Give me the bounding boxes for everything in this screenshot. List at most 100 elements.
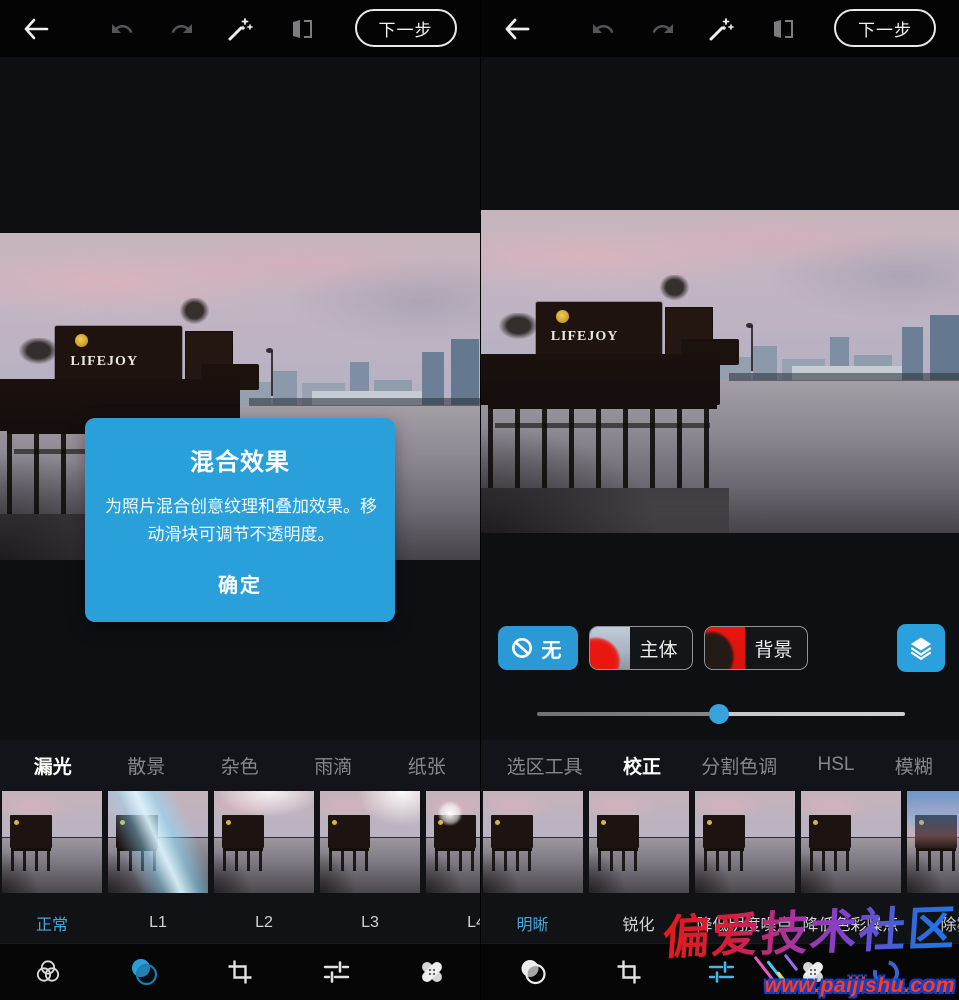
background-mask-thumbnail [705,626,745,670]
tab-raindrops[interactable]: 雨滴 [312,748,354,783]
photo-treeline [249,398,479,406]
chip-background-label: 背景 [755,635,793,662]
selection-chip-background[interactable]: 背景 [704,626,808,670]
before-after-compare-icon [289,17,315,41]
tab-noise[interactable]: 杂色 [219,748,261,783]
mini-logo [14,820,19,825]
redo-icon [651,17,675,41]
slider-thumb[interactable] [709,704,729,724]
layers-button[interactable] [897,624,945,672]
photo-lamp [751,326,753,371]
redo-button[interactable] [160,0,204,57]
next-step-label: 下一步 [379,16,433,41]
adjust-tool-button-active[interactable] [699,950,743,994]
mini-legs [11,848,51,870]
tab-light-leak[interactable]: 漏光 [32,748,74,783]
tab-blur[interactable]: 模糊 [893,748,935,783]
adjust-thumbnail-color-noise[interactable] [801,791,901,893]
selection-chips-row: 无 主体 背景 [498,623,946,673]
undo-icon [591,17,615,41]
compare-button[interactable] [761,0,805,57]
brand-logo [556,310,569,323]
preset-thumbnail-normal[interactable] [2,791,102,893]
adjust-label-luminance-noise[interactable]: 降低明度噪点 [695,903,795,943]
preset-thumbnail-l1[interactable] [108,791,208,893]
next-step-button[interactable]: 下一步 [355,9,457,47]
back-button[interactable] [14,0,58,57]
heal-tool-button[interactable] [791,950,835,994]
adjust-thumbnail-clarity[interactable] [483,791,583,893]
undo-button[interactable] [581,0,625,57]
right-top-toolbar: 下一步 [481,0,959,57]
undo-button[interactable] [100,0,144,57]
dialog-body: 为照片混合创意纹理和叠加效果。移动滑块可调节不透明度。 [103,493,379,549]
photo-canvas[interactable]: LIFEJOY [481,210,959,533]
dialog-title: 混合效果 [103,442,377,477]
crop-icon [226,958,254,986]
compare-button[interactable] [280,0,324,57]
left-preset-labels: 正常 L1 L2 L3 L4 [0,894,480,943]
dialog-ok-button[interactable]: 确定 [200,563,280,604]
preset-label-normal[interactable]: 正常 [2,903,102,943]
opacity-slider[interactable] [537,703,905,725]
left-screen: 下一步 [0,0,480,1000]
crop-icon [615,958,643,986]
mini-logo [813,820,818,825]
tab-selection-tools[interactable]: 选区工具 [505,748,585,783]
right-adjustment-thumbnails [481,790,959,894]
filters-venn-icon [33,957,63,987]
tab-split-tone[interactable]: 分割色调 [699,748,779,783]
back-button[interactable] [495,0,539,57]
tab-paper[interactable]: 纸张 [406,748,448,783]
photo-reflection [481,488,730,533]
adjust-thumbnail-dehaze[interactable] [907,791,959,893]
selection-chip-subject[interactable]: 主体 [589,626,693,670]
preset-label-l1[interactable]: L1 [108,903,208,943]
adjust-label-color-noise[interactable]: 降低色彩噪点 [801,903,901,943]
preset-label-l2[interactable]: L2 [214,903,314,943]
building-tower [930,315,959,380]
back-arrow-icon [23,18,49,40]
mini-logo [495,820,500,825]
selection-chip-none[interactable]: 无 [498,626,578,670]
mini-legs [704,848,744,870]
dehaze-effect [907,791,959,893]
magic-wand-icon [707,15,735,43]
redo-button[interactable] [641,0,685,57]
chip-none-label: 无 [542,634,562,663]
mini-legs [598,848,638,870]
light-leak-effect [320,791,420,893]
preset-thumbnail-l2[interactable] [214,791,314,893]
adjust-label-sharpen[interactable]: 锐化 [589,903,689,943]
adjust-label-clarity[interactable]: 明晰 [483,903,583,943]
heal-tool-button[interactable] [410,950,454,994]
adjust-thumbnail-sharpen[interactable] [589,791,689,893]
blend-tool-button-active[interactable] [122,950,166,994]
preset-label-l4[interactable]: L4 [426,903,480,943]
building-tower [902,327,924,379]
mini-logo [707,820,712,825]
preset-label-l3[interactable]: L3 [320,903,420,943]
blend-tool-button[interactable] [511,950,555,994]
tab-bokeh[interactable]: 散景 [125,748,167,783]
preset-thumbnail-l3[interactable] [320,791,420,893]
photo-pier-legs [488,404,718,488]
next-step-button[interactable]: 下一步 [834,9,936,47]
adjust-label-dehaze[interactable]: 除雾 [907,903,959,943]
auto-enhance-button[interactable] [218,0,262,57]
adjust-tool-button[interactable] [314,950,358,994]
next-step-label: 下一步 [858,16,912,41]
looks-tool-button[interactable] [26,950,70,994]
crop-tool-button[interactable] [218,950,262,994]
left-top-toolbar: 下一步 [0,0,480,57]
crop-tool-button[interactable] [607,950,651,994]
adjust-thumbnail-luminance-noise[interactable] [695,791,795,893]
left-preset-thumbnails [0,790,480,894]
magic-wand-icon [226,15,254,43]
auto-enhance-button[interactable] [699,0,743,57]
tab-corrections[interactable]: 校正 [621,748,663,783]
left-category-tabs: 漏光 散景 杂色 雨滴 纸张 [0,740,480,790]
undo-icon [110,17,134,41]
preset-thumbnail-l4[interactable] [426,791,480,893]
tab-hsl[interactable]: HSL [816,750,857,780]
